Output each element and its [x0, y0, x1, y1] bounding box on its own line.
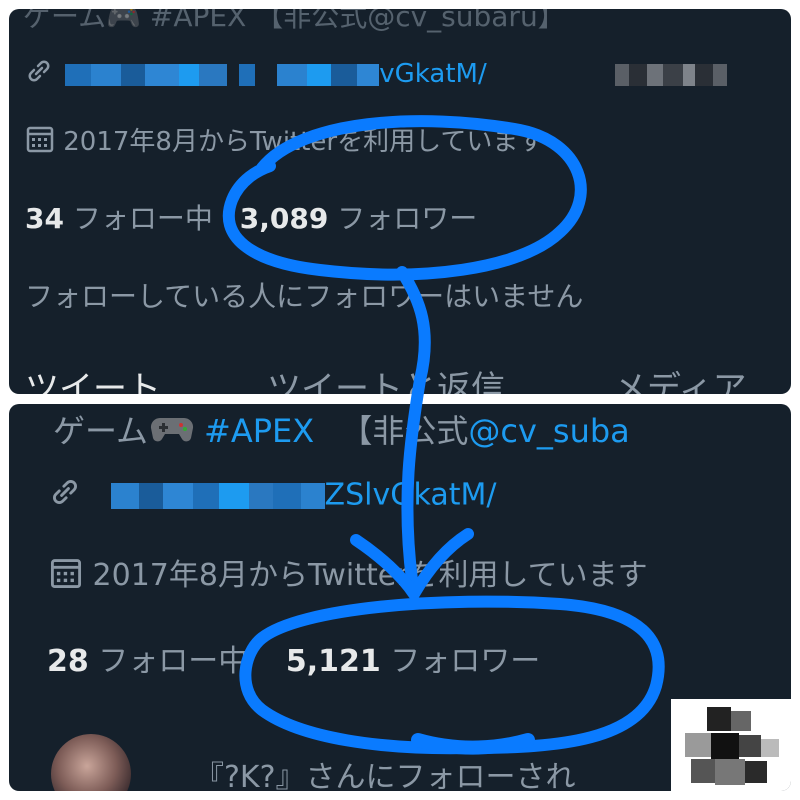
bio-bracket-text: 【非公式: [340, 412, 469, 450]
profile-link-text[interactable]: vGkatM/: [379, 59, 486, 89]
followers-stat[interactable]: 5,121 フォロワー: [286, 644, 540, 679]
following-count: 34: [25, 202, 64, 235]
profile-link-row[interactable]: ZSlvGkatM/: [49, 476, 496, 516]
bio-prefix: ゲーム: [53, 412, 149, 450]
following-count: 28: [47, 644, 89, 679]
game-controller-icon: [150, 414, 194, 452]
profile-panel-before: ゲーム🎮 #APEX 【非公式@cv_subaru】 vGkatM/ 2017年…: [9, 9, 791, 394]
link-icon: [25, 57, 53, 92]
joined-date-text: 2017年8月からTwitterを利用しています: [63, 127, 545, 157]
bio-line: ゲーム🎮 #APEX 【非公式@cv_subaru】: [23, 9, 566, 35]
followers-count: 3,089: [239, 202, 329, 235]
joined-date-row: 2017年8月からTwitterを利用しています: [49, 550, 648, 598]
calendar-icon: [25, 124, 55, 161]
following-label: フォロー中: [98, 644, 249, 679]
followed-by-note: フォローしている人にフォロワーはいません: [25, 280, 584, 313]
followers-stat[interactable]: 3,089 フォロワー: [240, 202, 478, 235]
following-stat[interactable]: 34 フォロー中: [25, 202, 213, 235]
following-label: フォロー中: [72, 202, 213, 235]
tab-tweets-and-replies[interactable]: ツイートと返信: [267, 361, 505, 394]
profile-link-row[interactable]: vGkatM/: [25, 57, 727, 92]
calendar-icon: [49, 556, 83, 598]
profile-panel-after: ゲーム #APEX 【非公式@cv_suba ZSlvGkatM/ 2017年8…: [9, 404, 791, 791]
bio-line: ゲーム #APEX 【非公式@cv_suba: [53, 406, 630, 452]
profile-link-text[interactable]: ZSlvGkatM/: [325, 478, 497, 513]
link-icon: [49, 476, 81, 516]
joined-date-text: 2017年8月からTwitterを利用しています: [92, 558, 648, 593]
joined-date-row: 2017年8月からTwitterを利用しています: [25, 121, 544, 161]
bio-text: ゲーム🎮 #APEX 【非公式@cv_subaru】: [23, 9, 566, 33]
avatar[interactable]: [51, 734, 131, 791]
bio-handle[interactable]: @cv_suba: [468, 412, 629, 450]
following-stat[interactable]: 28 フォロー中: [47, 644, 248, 679]
redacted-url: [110, 483, 325, 509]
followers-label: フォロワー: [337, 202, 478, 235]
bio-hashtag[interactable]: #APEX: [204, 412, 314, 450]
follow-stats-row: 34 フォロー中 3,089 フォロワー: [25, 197, 477, 237]
redacted-block: [671, 699, 791, 791]
followers-label: フォロワー: [390, 644, 541, 679]
tab-tweets[interactable]: ツイート: [25, 361, 161, 394]
tab-media[interactable]: メディア: [613, 361, 747, 394]
followed-by-notification: 『?K?』さんにフォローされ: [194, 760, 576, 791]
followers-count: 5,121: [285, 644, 381, 679]
redacted-block: [614, 63, 727, 86]
redacted-url: [65, 63, 380, 86]
follow-stats-row: 28 フォロー中 5,121 フォロワー: [47, 636, 540, 680]
